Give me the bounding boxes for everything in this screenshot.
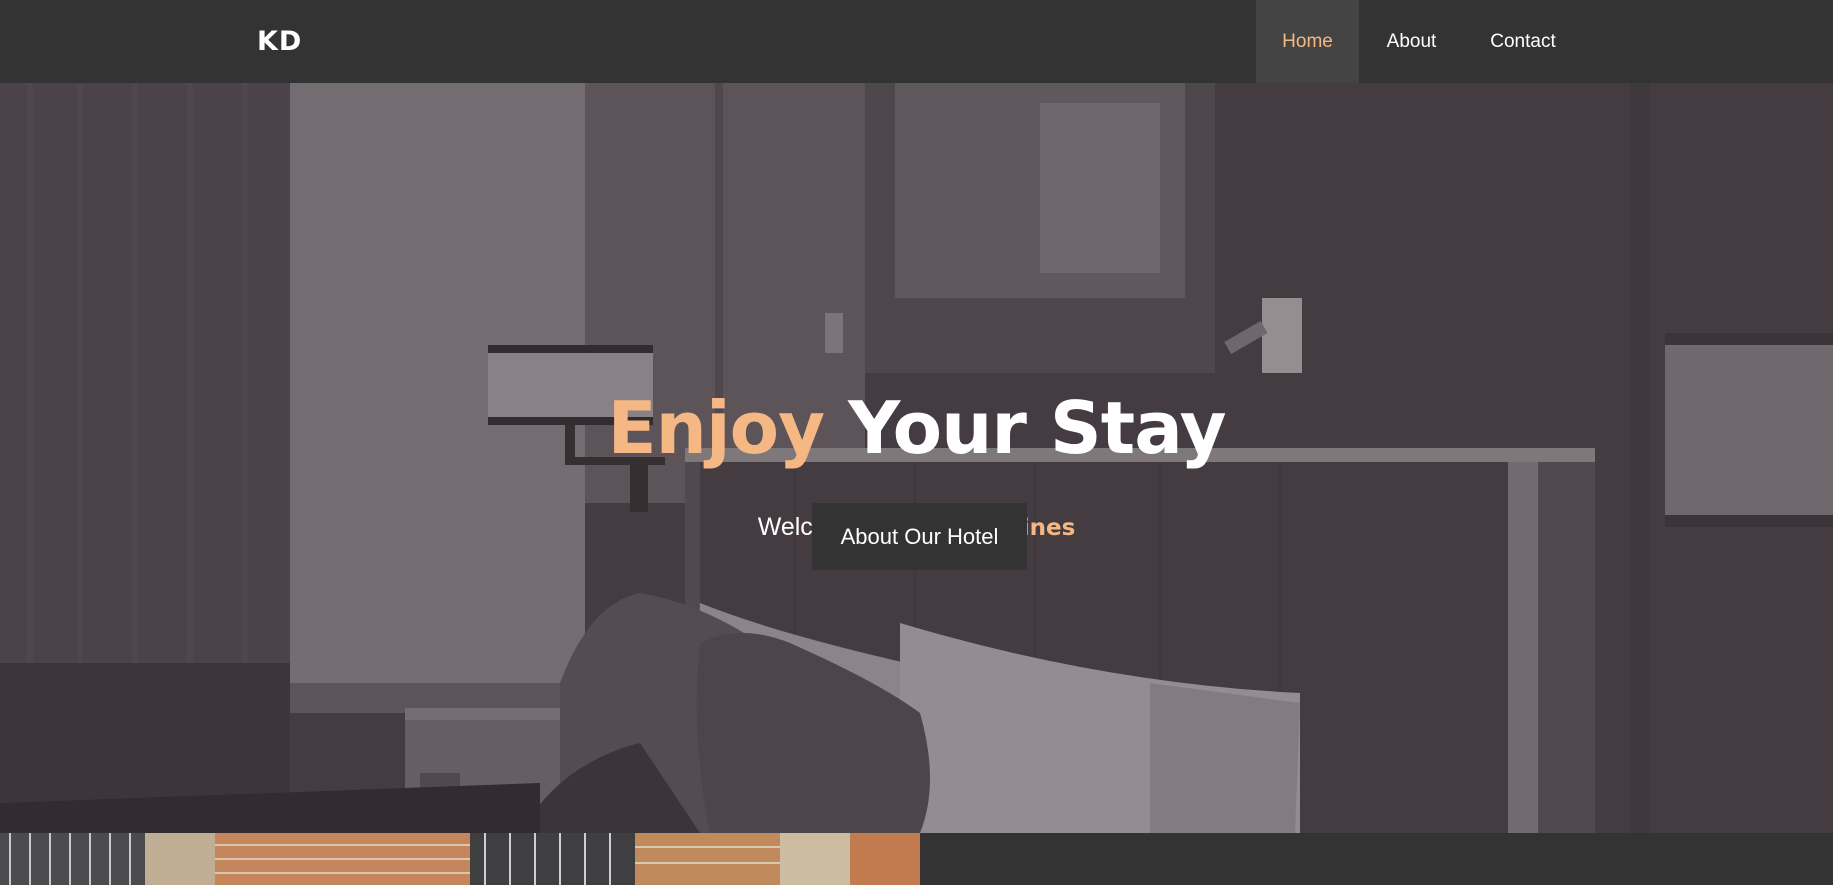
nav-contact-link[interactable]: Contact <box>1476 0 1570 83</box>
hero-title-rest: Your Stay <box>824 386 1226 470</box>
navbar: KD Home About Contact <box>0 0 1833 83</box>
hero-title: Enjoy Your Stay <box>0 383 1833 473</box>
hero-section: Enjoy Your Stay Welcome to Kolkata Dines… <box>0 83 1833 833</box>
building-image-strip <box>0 833 920 885</box>
nav-home-link[interactable]: Home <box>1256 0 1359 83</box>
building-facade-image <box>0 833 920 885</box>
about-our-hotel-button[interactable]: About Our Hotel <box>812 503 1027 570</box>
nav-about-link[interactable]: About <box>1370 0 1453 83</box>
logo[interactable]: KD <box>257 26 302 58</box>
hero-title-accent: Enjoy <box>607 386 826 470</box>
